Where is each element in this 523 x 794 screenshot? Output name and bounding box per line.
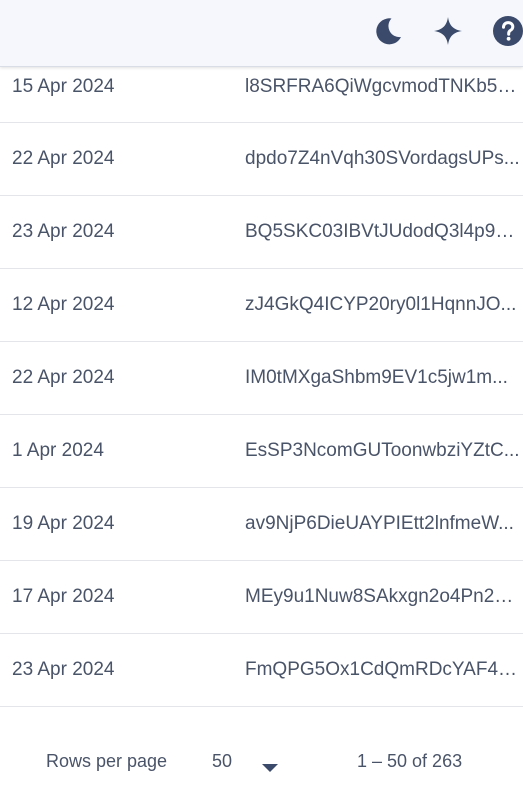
date-cell: 22 Apr 2024	[12, 148, 115, 169]
token-cell: IM0tMXgaShbm9EV1c5jw1m...	[245, 367, 508, 388]
caret-down-icon	[262, 764, 278, 772]
token-cell: MEy9u1Nuw8SAkxgn2o4Pn2n...	[245, 586, 520, 607]
table-row[interactable]: 23 Apr 2024 FmQPG5Ox1CdQmRDcYAF41...	[0, 634, 523, 707]
table-row[interactable]: 22 Apr 2024 dpdo7Z4nVqh30SVordagsUPs...	[0, 123, 523, 196]
help-button[interactable]	[491, 14, 523, 48]
token-cell: BQ5SKC03IBVtJUdodQ3l4p9J...	[245, 221, 520, 242]
top-toolbar	[0, 0, 523, 67]
table-row[interactable]: 17 Apr 2024 MEy9u1Nuw8SAkxgn2o4Pn2n...	[0, 561, 523, 634]
date-cell: 19 Apr 2024	[12, 513, 115, 534]
date-cell: 23 Apr 2024	[12, 659, 115, 680]
table-row[interactable]: 12 Apr 2024 zJ4GkQ4ICYP20ry0l1HqnnJO...	[0, 269, 523, 342]
theme-toggle-button[interactable]	[371, 14, 405, 48]
date-cell: 1 Apr 2024	[12, 440, 104, 461]
table-row[interactable]: 22 Apr 2024 IM0tMXgaShbm9EV1c5jw1m...	[0, 342, 523, 415]
token-cell: av9NjP6DieUAYPIEtt2lnfmeW...	[245, 513, 514, 534]
token-cell: FmQPG5Ox1CdQmRDcYAF41...	[245, 659, 520, 680]
table-row[interactable]: 19 Apr 2024 av9NjP6DieUAYPIEtt2lnfmeW...	[0, 488, 523, 561]
rows-per-page-label: Rows per page	[46, 751, 168, 771]
table-pagination: Rows per page 50 1 – 50 of 263	[0, 730, 523, 790]
date-cell: 12 Apr 2024	[12, 294, 115, 315]
date-cell: 17 Apr 2024	[12, 586, 115, 607]
token-cell: zJ4GkQ4ICYP20ry0l1HqnnJO...	[245, 294, 517, 315]
date-cell: 22 Apr 2024	[12, 367, 115, 388]
date-cell: 23 Apr 2024	[12, 221, 115, 242]
table-row[interactable]: 23 Apr 2024 BQ5SKC03IBVtJUdodQ3l4p9J...	[0, 196, 523, 269]
ai-assist-button[interactable]	[431, 14, 465, 48]
page-range-text: 1 – 50 of 263	[357, 751, 463, 771]
data-table: 15 Apr 2024 l8SRFRA6QiWgcvmodTNKb5e... 2…	[0, 51, 523, 707]
rows-per-page-dropdown[interactable]	[261, 757, 279, 778]
token-cell: EsSP3NcomGUToonwbziYZtC...	[245, 440, 520, 461]
sparkle-icon	[434, 17, 462, 45]
help-icon	[493, 16, 523, 46]
token-cell: dpdo7Z4nVqh30SVordagsUPs...	[245, 148, 520, 169]
table-row[interactable]: 1 Apr 2024 EsSP3NcomGUToonwbziYZtC...	[0, 415, 523, 488]
rows-per-page-select[interactable]: 50	[212, 751, 232, 772]
moon-icon	[376, 18, 401, 45]
